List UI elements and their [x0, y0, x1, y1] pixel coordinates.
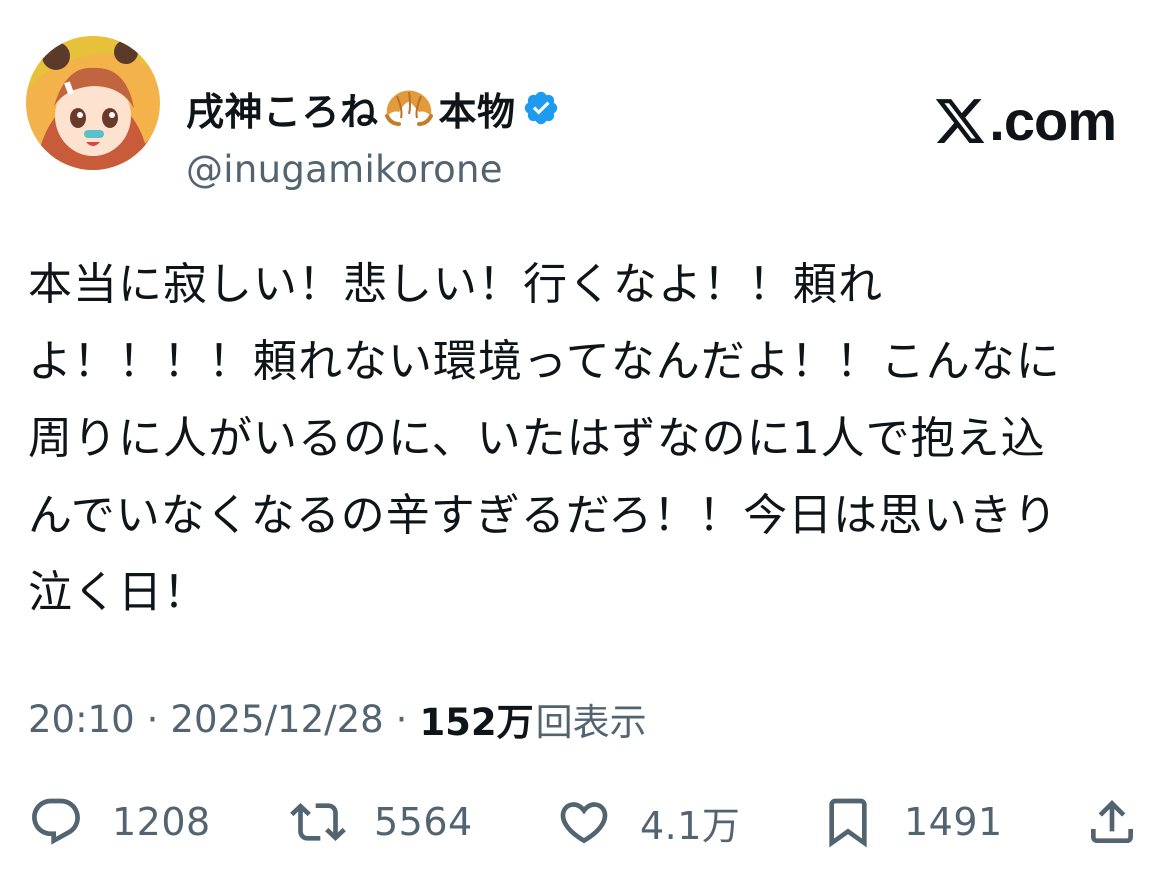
- like-button[interactable]: 4.1万: [556, 790, 740, 854]
- user-handle[interactable]: @inugamikorone: [186, 148, 503, 191]
- x-logo-icon: [936, 98, 985, 143]
- tweet-time[interactable]: 20:10: [28, 698, 135, 741]
- tweet-header: 戌神ころね 本物 @inugamikorone .com: [26, 36, 1146, 191]
- retweet-icon: [290, 803, 346, 841]
- heart-icon: [560, 802, 608, 844]
- display-name[interactable]: 戌神ころね: [186, 81, 379, 136]
- bookmark-button[interactable]: 1491: [820, 790, 1003, 854]
- tweet-actions: 1208 5564 4.1万 1491: [28, 790, 1140, 854]
- views-count[interactable]: 152万: [419, 692, 533, 746]
- display-name-row[interactable]: 戌神ころね 本物: [186, 80, 560, 136]
- reply-icon: [32, 798, 80, 845]
- tweet-text: 本当に寂しい！悲しい！行くなよ！！頼れ よ！！！！頼れない環境ってなんだよ！！こ…: [28, 246, 1138, 631]
- share-icon: [1091, 800, 1133, 843]
- share-button[interactable]: [1084, 790, 1140, 854]
- bookmark-icon: [829, 798, 867, 848]
- reply-count: 1208: [112, 800, 211, 844]
- tweet-meta: 20:10 · 2025/12/28 · 152万 回表示: [28, 692, 647, 746]
- tweet-text-line: よ！！！！頼れない環境ってなんだよ！！こんなに: [28, 336, 1061, 387]
- tweet-text-line: んでいなくなるの辛すぎるだろ！！今日は思いきり: [28, 490, 1059, 541]
- reply-button[interactable]: 1208: [28, 790, 211, 854]
- display-name-suffix[interactable]: 本物: [439, 81, 516, 136]
- tweet-text-line: 泣く日！: [28, 567, 208, 618]
- verified-badge-icon[interactable]: [522, 89, 560, 127]
- meta-separator: ·: [395, 697, 408, 741]
- x-com-logo: .com: [933, 88, 1117, 153]
- bookmark-count: 1491: [904, 800, 1003, 844]
- tweet-text-line: 周りに人がいるのに、いたはずなのに1人で抱え込: [28, 413, 1046, 464]
- like-count: 4.1万: [640, 803, 741, 848]
- retweet-button[interactable]: 5564: [290, 790, 473, 854]
- avatar[interactable]: [26, 36, 160, 170]
- avatar-image: [26, 36, 160, 170]
- retweet-count: 5564: [374, 800, 473, 844]
- meta-separator: ·: [146, 697, 159, 741]
- croissant-icon: [384, 90, 433, 126]
- x-com-text: .com: [989, 89, 1117, 152]
- views-label[interactable]: 回表示: [536, 692, 647, 746]
- tweet-text-line: 本当に寂しい！悲しい！行くなよ！！頼れ: [28, 259, 883, 310]
- tweet-date[interactable]: 2025/12/28: [170, 698, 383, 741]
